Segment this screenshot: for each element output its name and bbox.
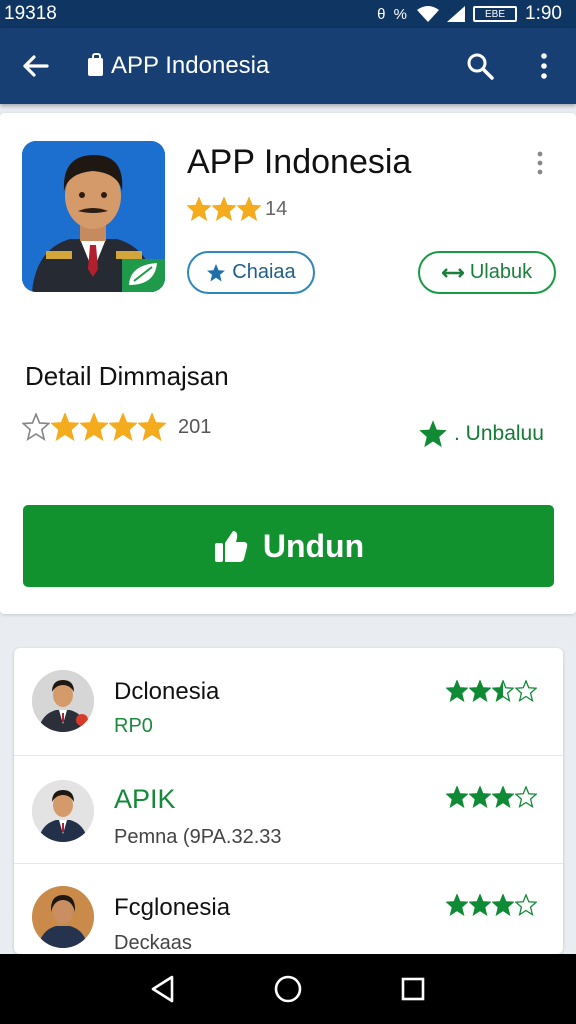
square-recents-icon	[402, 977, 425, 1001]
status-bar: 19318 θ % EBE 1:90	[0, 0, 576, 28]
wifi-icon	[417, 6, 440, 22]
status-right: θ % EBE 1:90	[377, 3, 562, 25]
star-icon	[446, 680, 468, 702]
thumbs-up-icon	[214, 531, 248, 562]
person-avatar-icon	[32, 780, 94, 842]
circle-home-icon	[274, 975, 302, 1003]
search-button[interactable]	[448, 28, 512, 104]
star-icon	[212, 197, 236, 221]
list-item-stars	[446, 680, 537, 702]
person-avatar-icon	[32, 670, 94, 732]
star-icon	[515, 894, 537, 916]
share-button[interactable]: Chaiaa	[187, 251, 315, 294]
list-item-subtitle: Pemna (9PA.32.33	[114, 826, 282, 848]
status-time-right: 1:90	[525, 3, 562, 24]
card-more-button[interactable]	[536, 151, 544, 180]
detail-rating-stars	[22, 413, 166, 441]
favorite-label: . Unbaluu	[454, 422, 544, 445]
list-item-title: Dclonesia	[114, 678, 220, 705]
star-icon	[492, 680, 514, 702]
list-item-stars	[446, 786, 537, 808]
star-icon	[419, 420, 447, 448]
list-item-stars	[446, 894, 537, 916]
favorite-link[interactable]: . Unbaluu	[418, 419, 544, 449]
status-time-left: 19318	[4, 3, 57, 24]
triangle-back-icon	[151, 975, 173, 1003]
list-item-subtitle: Deckaas	[114, 932, 192, 954]
star-icon	[492, 786, 514, 808]
star-icon	[469, 894, 491, 916]
more-vert-icon	[541, 53, 547, 79]
star-badge-icon	[207, 263, 226, 281]
signal-icon	[447, 6, 466, 22]
share-label: Chaiaa	[232, 261, 296, 283]
star-icon	[492, 894, 514, 916]
star-icon	[109, 413, 137, 441]
star-icon	[446, 894, 468, 916]
person-portrait-icon	[22, 141, 165, 292]
app-rating-text: 14	[265, 197, 288, 220]
app-rating-stars	[187, 197, 261, 221]
list-item[interactable]: Dclonesia RP0	[14, 648, 563, 756]
app-detail-card: APP Indonesia 14 Chaiaa Ulabuk Detail Di…	[0, 113, 576, 614]
star-icon	[187, 197, 211, 221]
star-icon	[469, 786, 491, 808]
list-item[interactable]: APIK Pemna (9PA.32.33	[14, 756, 563, 864]
more-button[interactable]	[512, 28, 576, 104]
search-icon	[467, 53, 494, 80]
app-list-card: Dclonesia RP0 APIK Pemna (9PA.32.33 Fcgl…	[14, 648, 563, 954]
star-icon	[515, 680, 537, 702]
list-item-title: APIK	[114, 784, 176, 814]
unblock-button[interactable]: Ulabuk	[418, 251, 556, 294]
detail-title: Detail Dimmajsan	[25, 361, 229, 391]
nav-home-button[interactable]	[258, 959, 318, 1019]
list-item-subtitle: RP0	[114, 715, 153, 737]
nav-recents-button[interactable]	[383, 959, 443, 1019]
more-vert-icon	[537, 151, 543, 175]
list-item-title: Fcglonesia	[114, 894, 231, 921]
star-icon	[51, 413, 79, 441]
appbar-title: APP Indonesia	[111, 52, 270, 79]
detail-rating-count: 201	[178, 415, 212, 438]
avatar	[32, 886, 94, 948]
star-icon	[22, 413, 50, 441]
avatar	[32, 670, 94, 732]
back-arrow-icon	[23, 55, 49, 77]
app-name: APP Indonesia	[187, 143, 412, 181]
avatar	[32, 780, 94, 842]
system-nav-bar	[0, 954, 576, 1024]
bag-icon	[88, 53, 103, 76]
arrows-icon	[441, 267, 464, 278]
install-label: Undun	[262, 527, 365, 564]
list-item[interactable]: Fcglonesia Deckaas	[14, 864, 563, 954]
star-icon	[80, 413, 108, 441]
person-avatar-icon	[32, 886, 94, 948]
app-bar: APP Indonesia	[0, 28, 576, 104]
star-icon	[515, 786, 537, 808]
app-icon[interactable]	[22, 141, 165, 292]
star-icon	[237, 197, 261, 221]
star-icon	[469, 680, 491, 702]
star-icon	[446, 786, 468, 808]
battery-icon: EBE	[473, 6, 518, 22]
detail-rating: 201	[22, 413, 211, 441]
appbar-title-group: APP Indonesia	[88, 52, 448, 80]
back-button[interactable]	[0, 28, 70, 104]
status-icons: θ %	[377, 5, 410, 23]
star-icon	[138, 413, 166, 441]
install-button[interactable]: Undun	[23, 505, 554, 587]
app-rating: 14	[187, 197, 287, 221]
nav-back-button[interactable]	[133, 959, 193, 1019]
unblock-label: Ulabuk	[469, 261, 533, 283]
